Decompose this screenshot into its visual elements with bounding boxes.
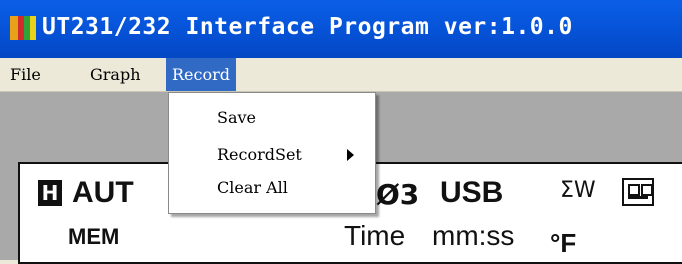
recordset-label: RecordSet (217, 145, 302, 164)
menu-record[interactable]: Record (166, 58, 236, 91)
sigma-w-indicator: ΣW (560, 178, 596, 203)
window-title: UT231/232 Interface Program ver:1.0.0 (42, 14, 573, 40)
menu-item-clear-all[interactable]: Clear All (169, 173, 375, 203)
hold-badge: H (38, 180, 62, 206)
battery-icon (622, 178, 654, 206)
save-label: Save (217, 108, 257, 127)
menu-bar: File Graph Record (0, 58, 682, 92)
usb-indicator: USB (440, 176, 504, 209)
record-dropdown-menu: Save RecordSet Clear All (168, 92, 376, 214)
menu-graph[interactable]: Graph (84, 58, 147, 91)
degree-f-indicator: °F (550, 228, 577, 258)
time-label: Time (344, 220, 406, 251)
menu-item-save[interactable]: Save (169, 103, 375, 133)
phase-indicator: Ø3 (376, 178, 420, 211)
menu-file[interactable]: File (4, 58, 47, 91)
clear-all-label: Clear All (217, 178, 288, 197)
title-bar: UT231/232 Interface Program ver:1.0.0 (0, 0, 682, 58)
mmss-label: mm:ss (432, 220, 515, 251)
menu-item-recordset[interactable]: RecordSet (169, 140, 375, 170)
app-icon (10, 16, 36, 40)
auto-indicator: AUT (72, 176, 134, 209)
mem-indicator: MEM (68, 224, 120, 249)
submenu-arrow-icon (347, 149, 354, 161)
